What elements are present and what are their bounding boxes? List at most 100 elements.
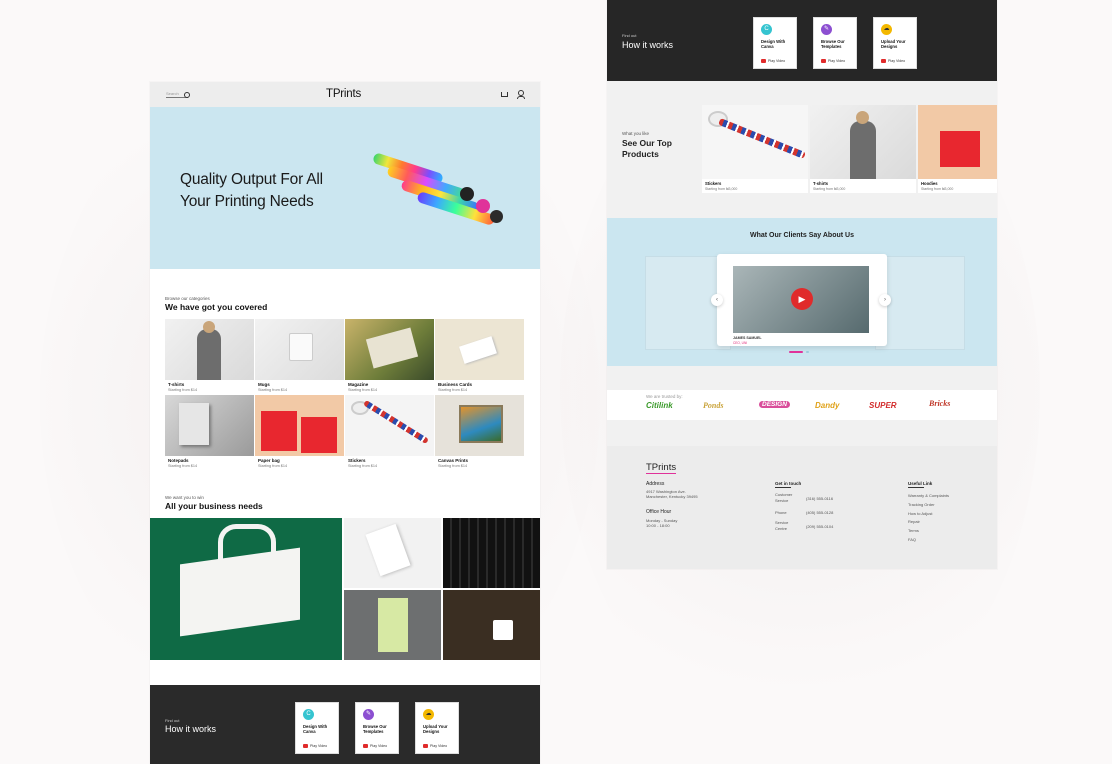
category-name: Stickers: [348, 458, 366, 463]
how-subtitle: Find out: [165, 718, 180, 723]
search-icon[interactable]: [184, 92, 190, 98]
footer-logo[interactable]: TPrints: [646, 462, 676, 473]
category-name: T-shirts: [168, 382, 185, 387]
category-image: [165, 319, 254, 380]
category-card-paper-bag[interactable]: Paper bag Starting from $14: [255, 395, 344, 470]
category-card-mugs[interactable]: Mugs Starting from $14: [255, 319, 344, 394]
product-card-tshirts[interactable]: T-shirts Starting from ₦3,000: [810, 105, 916, 193]
categories-subtitle: Browse our categories: [165, 296, 210, 301]
how-card-upload[interactable]: ☁ Upload Your Designs Play Video: [873, 17, 917, 69]
category-image: [435, 319, 524, 380]
play-video-link[interactable]: Play Video: [881, 59, 905, 63]
youtube-icon: [761, 59, 766, 63]
category-price: Starting from $14: [438, 388, 468, 392]
youtube-icon: [423, 744, 428, 748]
how-card-label: Upload Your Designs: [423, 724, 448, 734]
carousel-prev-button[interactable]: ‹: [711, 294, 723, 306]
product-card-stickers[interactable]: Stickers Starting from ₦3,000: [702, 105, 808, 193]
contact-key: Service Centre: [775, 520, 789, 531]
how-card-templates[interactable]: ✎ Browse Our Templates Play Video: [355, 702, 399, 754]
brand-logo-citilink: Citilink: [646, 401, 673, 410]
youtube-icon: [363, 744, 368, 748]
contact-phone[interactable]: (209) 555-0104: [806, 524, 833, 530]
brand-logo-bricks: Bricks: [929, 399, 951, 408]
canva-icon: C: [761, 24, 772, 35]
youtube-icon: [303, 744, 308, 748]
how-card-templates[interactable]: ✎ Browse Our Templates Play Video: [813, 17, 857, 69]
category-card-notepads[interactable]: Notepads Starting from $14: [165, 395, 254, 470]
user-icon[interactable]: [517, 90, 525, 99]
business-title: All your business needs: [165, 501, 263, 511]
how-card-label: Design With Canva: [761, 39, 786, 49]
footer-link[interactable]: How to Adjust: [908, 510, 949, 519]
footer-address-line2: Manchester, Kentucky 39495: [646, 494, 698, 499]
how-card-canva[interactable]: C Design With Canva Play Video: [295, 702, 339, 754]
how-card-label: Design With Canva: [303, 724, 328, 734]
footer-link[interactable]: Warranty & Complaints: [908, 492, 949, 501]
how-it-works-section: Find out How it works C Design With Canv…: [607, 0, 997, 81]
how-card-label: Upload Your Designs: [881, 39, 906, 49]
product-image: [810, 105, 916, 179]
product-image: [702, 105, 808, 179]
play-video-link[interactable]: Play Video: [821, 59, 845, 63]
testimonial-card: ▶ JAMES SAMUEL CEO, UNI: [717, 254, 887, 346]
how-card-upload[interactable]: ☁ Upload Your Designs Play Video: [415, 702, 459, 754]
category-name: Business Cards: [438, 382, 473, 387]
category-card-tshirts[interactable]: T-shirts Starting from $14: [165, 319, 254, 394]
play-icon[interactable]: ▶: [791, 288, 813, 310]
how-card-canva[interactable]: C Design With Canva Play Video: [753, 17, 797, 69]
footer-hours-line2: 10:00 - 18:00: [646, 523, 670, 528]
footer-link[interactable]: Repair: [908, 518, 949, 527]
hero-banner: Quality Output For All Your Printing Nee…: [150, 107, 540, 269]
category-image: [345, 395, 434, 456]
footer-hours-label: Office Hour: [646, 509, 672, 515]
category-image: [165, 395, 254, 456]
category-image: [345, 319, 434, 380]
product-card-hoodies[interactable]: Hoodies Starting from ₦3,000: [918, 105, 997, 193]
category-card-business-cards[interactable]: Business Cards Starting from $14: [435, 319, 524, 394]
business-image-cards: [344, 518, 441, 588]
footer-links: Warranty & Complaints Tracking Order How…: [908, 492, 949, 545]
how-title: How it works: [165, 724, 217, 734]
template-icon: ✎: [363, 709, 374, 720]
how-subtitle: Find out: [622, 33, 637, 38]
hero-title: Quality Output For All Your Printing Nee…: [180, 169, 323, 213]
play-video-link[interactable]: Play Video: [363, 744, 387, 748]
play-video-link[interactable]: Play Video: [303, 744, 327, 748]
category-card-magazine[interactable]: Magazine Starting from $14: [345, 319, 434, 394]
category-price: Starting from $14: [438, 464, 468, 468]
footer-link[interactable]: Terms: [908, 527, 949, 536]
footer-link[interactable]: FAQ: [908, 536, 949, 545]
play-video-link[interactable]: Play Video: [761, 59, 785, 63]
carousel-dot-active[interactable]: [789, 351, 803, 353]
testimonials-section: What Our Clients Say About Us ▶ JAMES SA…: [607, 218, 997, 366]
category-card-canvas-prints[interactable]: Canvas Prints Starting from $14: [435, 395, 524, 470]
youtube-icon: [881, 59, 886, 63]
cart-icon[interactable]: [501, 92, 508, 97]
business-image-shirts: [443, 518, 540, 588]
carousel-dot[interactable]: [806, 351, 809, 353]
category-price: Starting from $14: [258, 464, 288, 468]
carousel-next-button[interactable]: ›: [879, 294, 891, 306]
footer-link[interactable]: Tracking Order: [908, 501, 949, 510]
contact-phone[interactable]: (405) 555-0128: [806, 510, 833, 516]
category-card-stickers[interactable]: Stickers Starting from $14: [345, 395, 434, 470]
product-name: Stickers: [705, 181, 722, 186]
product-image: [918, 105, 997, 179]
category-image: [255, 395, 344, 456]
category-name: Paper bag: [258, 458, 280, 463]
site-logo[interactable]: TPrints: [326, 88, 361, 100]
product-name: Hoodies: [921, 181, 938, 186]
play-video-link[interactable]: Play Video: [423, 744, 447, 748]
business-image-coffee-bag: [344, 590, 441, 660]
footer-contact-underline: [775, 487, 791, 488]
product-price: Starting from ₦3,000: [813, 187, 846, 191]
category-price: Starting from $14: [348, 464, 378, 468]
category-name: Notepads: [168, 458, 189, 463]
footer-address-label: Address: [646, 481, 665, 487]
contact-phone[interactable]: (316) 555-0116: [806, 496, 833, 502]
testimonial-video[interactable]: ▶: [733, 266, 869, 333]
contact-key: Phone: [775, 510, 787, 515]
category-price: Starting from $14: [348, 388, 378, 392]
category-price: Starting from $14: [168, 388, 198, 392]
